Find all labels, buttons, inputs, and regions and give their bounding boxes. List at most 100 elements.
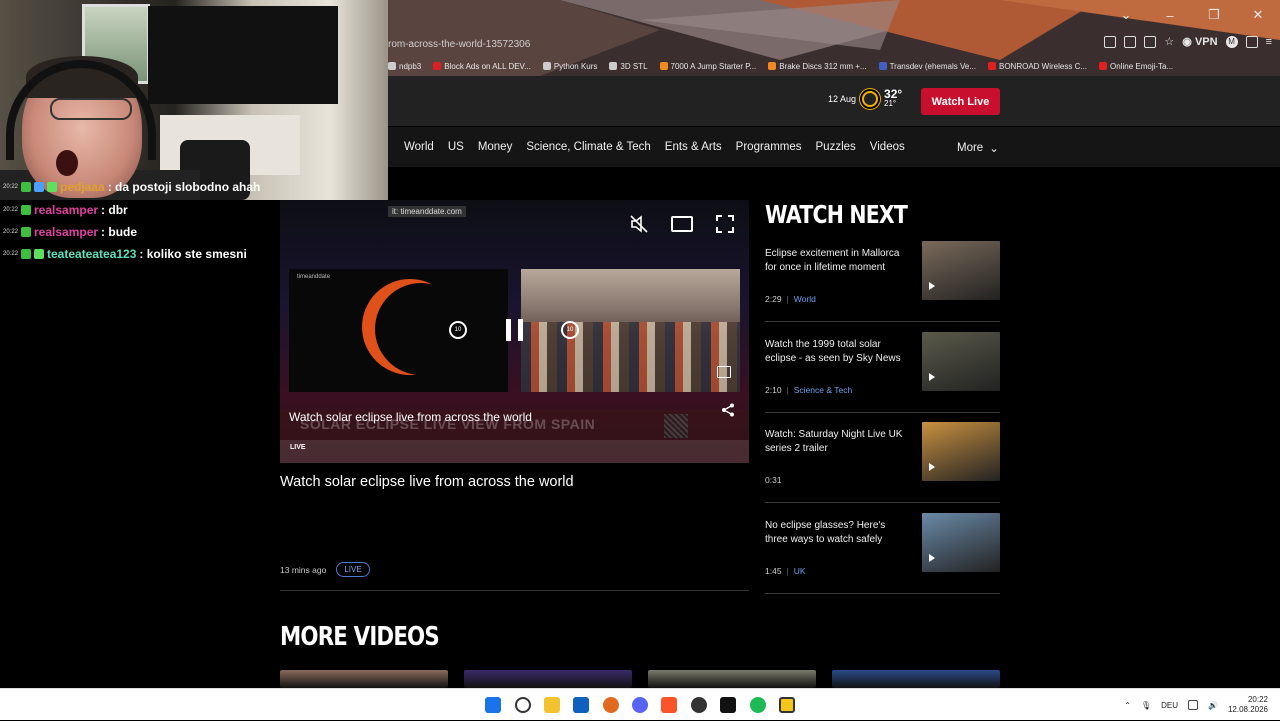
clock[interactable]: 20:22 12.08.2026 bbox=[1228, 695, 1268, 715]
rewind-10-icon[interactable]: 10 bbox=[449, 321, 467, 339]
bookmark-item[interactable]: Brake Discs 312 mm +... bbox=[768, 62, 867, 71]
video-thumbnail[interactable] bbox=[922, 513, 1000, 572]
firefox-icon[interactable] bbox=[603, 697, 619, 713]
save-page-icon[interactable] bbox=[1144, 35, 1157, 48]
minimize-button[interactable]: – bbox=[1148, 8, 1192, 23]
watch-next-title[interactable]: Eclipse excitement in Mallorca for once … bbox=[765, 247, 910, 274]
more-video-thumbnail[interactable] bbox=[464, 670, 632, 688]
fullscreen-icon[interactable] bbox=[716, 215, 734, 233]
bookmark-item[interactable]: BONROAD Wireless C... bbox=[988, 62, 1087, 71]
more-video-thumbnail[interactable] bbox=[280, 670, 448, 688]
picture-in-picture-icon[interactable] bbox=[717, 366, 731, 378]
watch-next-title[interactable]: Watch the 1999 total solar eclipse - as … bbox=[765, 338, 910, 365]
category-link[interactable]: UK bbox=[794, 566, 806, 576]
language-indicator[interactable]: DEU bbox=[1161, 701, 1178, 710]
bookmark-item[interactable]: 7000 A Jump Starter P... bbox=[659, 62, 756, 71]
watch-next-item[interactable]: Eclipse excitement in Mallorca for once … bbox=[765, 241, 1000, 328]
nav-more-label: More bbox=[957, 142, 984, 154]
chat-message: 20:22 teateateatea123: koliko ste smesni bbox=[3, 247, 247, 261]
forward-10-icon[interactable]: 10 bbox=[561, 321, 579, 339]
nav-more-button[interactable]: More ⌄ bbox=[957, 141, 999, 155]
watch-next-title[interactable]: No eclipse glasses? Here's three ways to… bbox=[765, 519, 910, 546]
extensions-icon[interactable] bbox=[1245, 35, 1258, 48]
nav-item[interactable]: Programmes bbox=[736, 141, 802, 153]
maximize-button[interactable]: ❐ bbox=[1192, 7, 1236, 23]
profile-avatar[interactable]: M bbox=[1225, 35, 1238, 48]
chat-username[interactable]: pedjaaa bbox=[60, 180, 105, 194]
webcam-tv bbox=[148, 6, 338, 104]
main-story-title[interactable]: Watch solar eclipse live from across the… bbox=[280, 474, 574, 490]
cast-icon[interactable] bbox=[671, 216, 693, 232]
divider bbox=[765, 321, 1000, 322]
category-link[interactable]: Science & Tech bbox=[794, 385, 852, 395]
kick-icon[interactable] bbox=[720, 697, 736, 713]
chat-username[interactable]: teateateatea123 bbox=[47, 247, 136, 261]
temp-high: 32° bbox=[884, 87, 903, 101]
file-explorer-icon[interactable] bbox=[544, 697, 560, 713]
network-icon[interactable] bbox=[1187, 700, 1198, 710]
watch-live-button[interactable]: Watch Live bbox=[921, 88, 1000, 115]
mute-icon[interactable] bbox=[629, 214, 649, 234]
chat-username[interactable]: realsamper bbox=[34, 225, 98, 239]
obs-icon[interactable] bbox=[691, 697, 707, 713]
menu-icon[interactable]: ≡ bbox=[1266, 36, 1272, 48]
chat-badge-icon bbox=[34, 182, 44, 192]
close-button[interactable]: ✕ bbox=[1236, 7, 1280, 23]
play-icon bbox=[929, 463, 935, 471]
nav-item[interactable]: Ents & Arts bbox=[665, 141, 722, 153]
category-link[interactable]: World bbox=[794, 294, 816, 304]
url-text[interactable]: rom-across-the-world-13572306 bbox=[388, 39, 530, 50]
streamer-mouth bbox=[56, 150, 78, 176]
video-thumbnail[interactable] bbox=[922, 332, 1000, 391]
nav-item[interactable]: Money bbox=[478, 141, 513, 153]
nav-item[interactable]: US bbox=[448, 141, 464, 153]
nav-item[interactable]: Videos bbox=[870, 141, 905, 153]
discord-icon[interactable] bbox=[632, 697, 648, 713]
chat-badge-icon bbox=[34, 249, 44, 259]
bookmark-label: Online Emoji-Ta... bbox=[1110, 61, 1174, 71]
nav-item[interactable]: World bbox=[404, 141, 434, 153]
microphone-icon[interactable]: 🎙 bbox=[1141, 701, 1151, 710]
video-thumbnail[interactable] bbox=[922, 241, 1000, 300]
watch-next-item[interactable]: Watch: Saturday Night Live UK series 2 t… bbox=[765, 422, 1000, 509]
outlook-icon[interactable] bbox=[573, 697, 589, 713]
video-player[interactable]: timeanddate SOLAR ECLIPSE LIVE VIEW FROM… bbox=[280, 200, 749, 463]
pip-icon[interactable] bbox=[1124, 35, 1137, 48]
bookmark-star-icon[interactable]: ☆ bbox=[1164, 35, 1174, 48]
nav-item[interactable]: Puzzles bbox=[816, 141, 856, 153]
search-icon[interactable] bbox=[515, 697, 531, 713]
more-video-thumbnail[interactable] bbox=[832, 670, 1000, 688]
ticker-live-label: LIVE bbox=[290, 444, 306, 451]
address-bar[interactable]: rom-across-the-world-13572306 ☆ ◉ VPN M … bbox=[388, 33, 1280, 55]
start-icon[interactable] bbox=[485, 697, 501, 713]
bookmark-item[interactable]: Online Emoji-Ta... bbox=[1099, 62, 1173, 71]
bookmark-item[interactable]: 3D STL bbox=[609, 62, 648, 71]
chat-username[interactable]: realsamper bbox=[34, 203, 98, 217]
watch-next-title[interactable]: Watch: Saturday Night Live UK series 2 t… bbox=[765, 428, 910, 455]
reader-view-icon[interactable] bbox=[1104, 35, 1117, 48]
brave-icon[interactable] bbox=[661, 697, 677, 713]
bookmark-item[interactable]: Transdev (ehemals Ve... bbox=[878, 62, 976, 71]
share-icon[interactable] bbox=[721, 403, 735, 417]
chat-badge-icon bbox=[47, 182, 57, 192]
watch-next-item[interactable]: Watch the 1999 total solar eclipse - as … bbox=[765, 332, 1000, 419]
volume-icon[interactable]: 🔊 bbox=[1208, 701, 1218, 710]
rockstar-icon[interactable] bbox=[779, 697, 795, 713]
spotify-icon[interactable] bbox=[750, 697, 766, 713]
weather-widget[interactable]: 12 Aug 32° 21° bbox=[828, 87, 903, 109]
clock-time: 20:22 bbox=[1247, 695, 1268, 704]
video-credit: it: timeanddate.com bbox=[388, 206, 466, 217]
pause-icon[interactable] bbox=[506, 319, 523, 341]
bookmark-item[interactable]: Block Ads on ALL DEV... bbox=[433, 62, 531, 71]
watch-next-item[interactable]: No eclipse glasses? Here's three ways to… bbox=[765, 513, 1000, 600]
video-thumbnail[interactable] bbox=[922, 422, 1000, 481]
tab-list-chevron-icon[interactable]: ⌄ bbox=[1104, 7, 1148, 23]
nav-item[interactable]: Science, Climate & Tech bbox=[526, 141, 650, 153]
vpn-button[interactable]: ◉ VPN bbox=[1182, 35, 1217, 48]
bookmark-item[interactable]: ndpb3 bbox=[388, 62, 421, 71]
chat-timestamp: 20:22 bbox=[3, 207, 19, 213]
bookmark-item[interactable]: Python Kurs bbox=[542, 62, 597, 71]
more-video-thumbnail[interactable] bbox=[648, 670, 816, 688]
tray-chevron-icon[interactable]: ⌃ bbox=[1124, 701, 1131, 710]
bookmark-favicon-icon bbox=[1099, 62, 1108, 70]
